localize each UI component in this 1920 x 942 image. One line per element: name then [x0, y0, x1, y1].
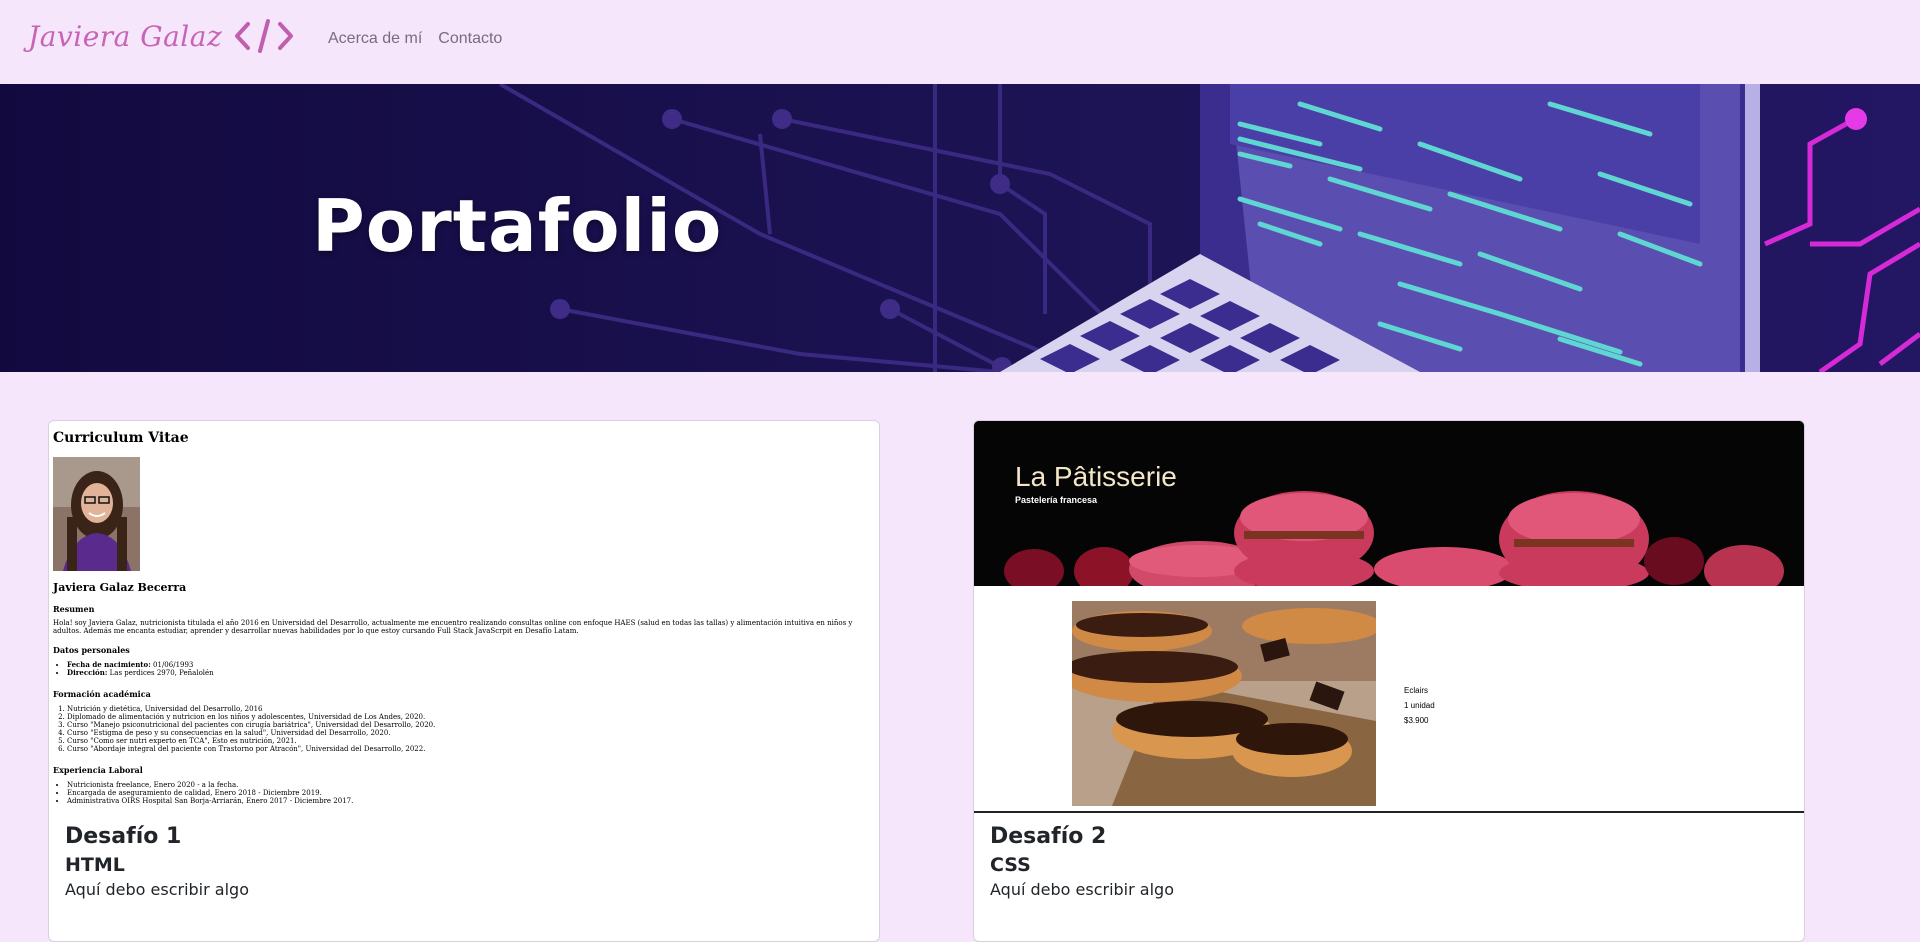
list-item: Nutrición y dietética, Universidad del D… — [67, 705, 435, 713]
cv-datos-list: Fecha de nacimiento: 01/06/1993 Direcció… — [53, 661, 214, 678]
eclairs-image — [1072, 601, 1376, 806]
list-item: Administrativa OIRS Hospital San Borja-A… — [67, 797, 353, 805]
project-card-2[interactable]: La Pâtisserie Pastelería francesa Eclair… — [973, 420, 1805, 942]
product-price: $3.900 — [1404, 716, 1429, 725]
product-name: Eclairs — [1404, 686, 1429, 695]
code-icon — [235, 19, 294, 53]
list-item: Dirección: Las perdices 2970, Peñalolén — [67, 669, 214, 678]
cv-resumen-text: Hola! soy Javiera Galaz, nutricionista t… — [53, 619, 853, 635]
patisserie-hero: La Pâtisserie Pastelería francesa — [974, 421, 1804, 586]
list-item: Encargada de aseguramiento de calidad, E… — [67, 789, 353, 797]
product-info: Eclairs 1 unidad $3.900 — [1404, 683, 1435, 728]
page-title: Portafolio — [312, 184, 723, 268]
patisserie-title: La Pâtisserie — [1015, 461, 1177, 492]
cv-resumen-heading: Resumen — [53, 604, 95, 614]
cv-datos-heading: Datos personales — [53, 645, 130, 655]
patisserie-tagline: Pastelería francesa — [1015, 495, 1098, 505]
list-item: Curso "Como ser nutri experto en TCA", E… — [67, 737, 435, 745]
list-item: Curso "Manejo psiconutricional del pacie… — [67, 721, 435, 729]
macarons-image — [974, 421, 1804, 586]
patisserie-preview: La Pâtisserie Pastelería francesa Eclair… — [974, 421, 1804, 813]
cv-preview: Curriculum Vitae Javiera Galaz Becerra R… — [49, 421, 879, 816]
list-item: Nutricionista freelance, Enero 2020 - a … — [67, 781, 353, 789]
nav-link-acerca[interactable]: Acerca de mí — [328, 30, 422, 48]
card-subtitle: HTML — [65, 854, 125, 876]
navbar: Javiera Galaz Acerca de mí Contacto — [0, 0, 1920, 85]
brand-logo[interactable]: Javiera Galaz — [28, 16, 294, 56]
cv-experiencia-heading: Experiencia Laboral — [53, 765, 143, 775]
divider — [974, 811, 1804, 813]
card-text: Aquí debo escribir algo — [65, 880, 249, 899]
list-item: Diplomado de alimentación y nutricion en… — [67, 713, 435, 721]
brand-name: Javiera Galaz — [28, 19, 223, 53]
card-subtitle: CSS — [990, 854, 1031, 876]
cv-experiencia-list: Nutricionista freelance, Enero 2020 - a … — [53, 781, 353, 805]
profile-photo — [53, 457, 140, 571]
project-card-1[interactable]: Curriculum Vitae Javiera Galaz Becerra R… — [48, 420, 880, 942]
list-item: Curso "Estigma de peso y su consecuencia… — [67, 729, 435, 737]
nav-links: Acerca de mí Contacto — [328, 30, 502, 48]
card-title: Desafío 2 — [990, 824, 1107, 849]
product-quantity: 1 unidad — [1404, 701, 1435, 710]
cv-formacion-list: Nutrición y dietética, Universidad del D… — [53, 705, 435, 753]
card-title: Desafío 1 — [65, 824, 182, 849]
nav-link-contacto[interactable]: Contacto — [438, 30, 502, 48]
card-text: Aquí debo escribir algo — [990, 880, 1174, 899]
cv-name: Javiera Galaz Becerra — [53, 581, 187, 594]
cv-formacion-heading: Formación académica — [53, 689, 151, 699]
hero-illustration — [0, 84, 1920, 372]
hero-banner: Portafolio — [0, 84, 1920, 372]
cv-heading: Curriculum Vitae — [53, 430, 189, 446]
list-item: Curso "Abordaje integral del paciente co… — [67, 745, 435, 753]
